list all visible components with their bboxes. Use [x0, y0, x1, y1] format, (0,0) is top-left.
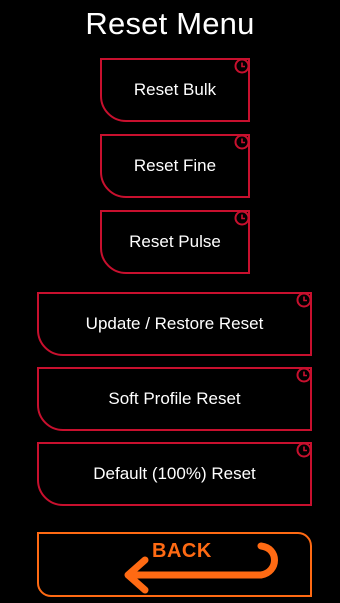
update-restore-reset-label: Update / Restore Reset: [85, 314, 264, 333]
clock-icon: [296, 442, 312, 458]
reset-fine-button[interactable]: Reset Fine: [100, 134, 250, 198]
reset-pulse-button[interactable]: Reset Pulse: [100, 210, 250, 274]
reset-fine-label: Reset Fine: [133, 156, 217, 175]
reset-bulk-button[interactable]: Reset Bulk: [100, 58, 250, 122]
soft-profile-reset-label: Soft Profile Reset: [108, 389, 241, 408]
reset-pulse-label: Reset Pulse: [129, 232, 221, 251]
default-reset-button[interactable]: Default (100%) Reset: [37, 442, 312, 506]
page-title: Reset Menu: [85, 6, 255, 41]
clock-icon: [296, 367, 312, 383]
reset-bulk-label: Reset Bulk: [133, 80, 217, 99]
clock-icon: [296, 292, 312, 308]
default-reset-label: Default (100%) Reset: [93, 464, 256, 483]
clock-icon: [234, 134, 250, 150]
clock-icon: [234, 210, 250, 226]
back-button-label: BACK: [152, 540, 212, 562]
clock-icon: [234, 58, 250, 74]
update-restore-reset-button[interactable]: Update / Restore Reset: [37, 292, 312, 356]
back-button[interactable]: BACK: [37, 532, 312, 597]
soft-profile-reset-button[interactable]: Soft Profile Reset: [37, 367, 312, 431]
